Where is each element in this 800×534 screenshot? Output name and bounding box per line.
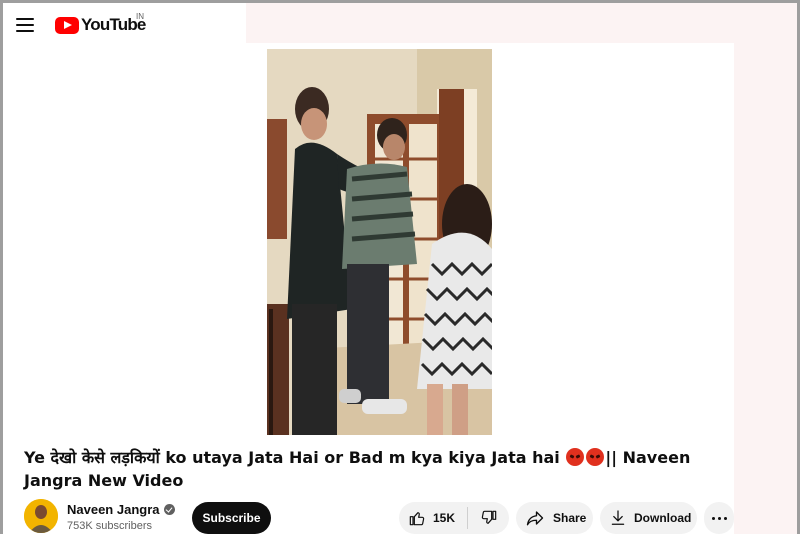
subscribe-button[interactable]: Subscribe: [192, 502, 271, 534]
sidebar-tint: [734, 3, 797, 534]
more-actions-button[interactable]: [704, 502, 734, 534]
masthead-tint: [246, 3, 734, 43]
like-count: 15K: [433, 511, 456, 525]
share-arrow-icon: [526, 511, 544, 526]
verified-check-icon: [163, 504, 175, 515]
channel-avatar[interactable]: [24, 499, 58, 533]
video-frame-image: [267, 49, 492, 435]
video-title-text: Ye देखो केसे लड़कियों ko utaya Jata Hai …: [24, 448, 560, 467]
download-button[interactable]: Download: [600, 502, 697, 534]
thumbs-down-icon: [481, 510, 496, 524]
download-icon: [611, 510, 625, 525]
thumbs-up-icon: [409, 512, 425, 526]
video-title: Ye देखो केसे लड़कियों ko utaya Jata Hai …: [24, 446, 736, 492]
angry-face-emoji-icon: [586, 448, 605, 466]
dislike-button[interactable]: [468, 502, 509, 534]
angry-face-emoji-icon: [566, 448, 585, 466]
channel-name[interactable]: Naveen Jangra: [67, 502, 175, 517]
share-button[interactable]: Share: [516, 502, 593, 534]
share-label: Share: [553, 511, 587, 525]
hamburger-menu-icon[interactable]: [15, 15, 35, 35]
video-player[interactable]: [267, 49, 492, 435]
dot: [723, 516, 727, 520]
avatar-image: [24, 499, 58, 533]
youtube-play-icon: [55, 16, 79, 34]
like-dislike-group: 15K: [399, 502, 509, 534]
youtube-logo[interactable]: YouTube: [55, 14, 146, 36]
channel-name-text: Naveen Jangra: [67, 502, 160, 517]
subscriber-count: 753K subscribers: [67, 520, 152, 532]
country-code: IN: [136, 12, 144, 21]
download-label: Download: [634, 511, 692, 525]
dot: [711, 516, 715, 520]
like-button[interactable]: 15K: [399, 502, 467, 534]
dot: [717, 516, 721, 520]
